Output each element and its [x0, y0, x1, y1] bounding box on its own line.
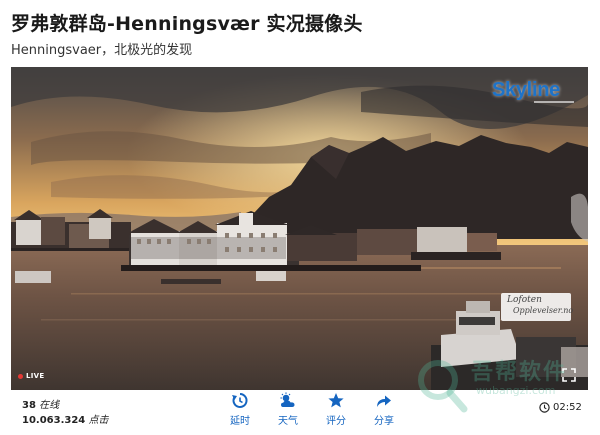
online-label: 在线 — [39, 400, 60, 411]
clicks-label: 点击 — [88, 415, 109, 426]
rating-label: 评分 — [326, 416, 346, 427]
timelapse-button[interactable]: 延时 — [225, 392, 255, 428]
share-icon — [377, 395, 391, 407]
weather-label: 天气 — [278, 416, 298, 427]
timelapse-icon — [232, 392, 248, 408]
lofoten-sign: Lofoten Opplevelser.no — [501, 293, 574, 321]
timelapse-label: 延时 — [230, 416, 250, 427]
fullscreen-icon[interactable] — [562, 367, 576, 382]
weather-icon — [280, 392, 295, 407]
page-subtitle: Henningsvaer，北极光的发现 — [11, 43, 193, 58]
webcam-player[interactable]: Skyline Lofoten Opplevelser.no LIVE — [11, 67, 588, 390]
online-count: 38 — [22, 400, 36, 411]
share-button[interactable]: 分享 — [369, 392, 399, 428]
duration-text: 02:52 — [553, 402, 582, 413]
logo-underline — [534, 101, 574, 103]
live-dot-icon — [18, 373, 23, 379]
live-badge: LIVE — [18, 370, 44, 382]
clicks-count: 10.063.324 — [22, 415, 86, 426]
clicks-stat: 10.063.324 点击 — [22, 411, 108, 426]
player-controls-bar: 38 在线 10.063.324 点击 延时 天气 评分 分享 02:52 — [11, 390, 588, 430]
weather-button[interactable]: 天气 — [273, 392, 303, 428]
share-label: 分享 — [374, 416, 394, 427]
live-label: LIVE — [26, 372, 45, 380]
rating-button[interactable]: 评分 — [321, 392, 351, 428]
webcam-image — [11, 67, 588, 390]
star-icon — [328, 393, 344, 408]
page-title: 罗弗敦群岛-Henningsvær 实况摄像头 — [11, 13, 363, 35]
duration-display: 02:52 — [539, 402, 582, 413]
skyline-logo: Skyline — [492, 79, 560, 101]
sign-text-1: Lofoten — [507, 295, 542, 305]
clock-icon — [539, 402, 550, 413]
online-stat: 38 在线 — [22, 396, 59, 411]
sign-text-2: Opplevelser.no — [513, 306, 574, 315]
